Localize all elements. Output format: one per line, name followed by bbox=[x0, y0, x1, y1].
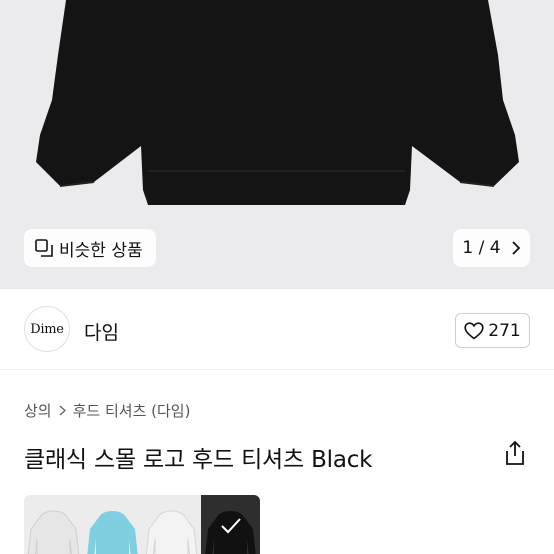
product-title: 클래식 스몰 로고 후드 티셔츠 Black bbox=[24, 447, 373, 473]
color-thumbnail[interactable] bbox=[142, 495, 201, 554]
similar-items-button[interactable]: 비슷한 상품 bbox=[24, 229, 156, 267]
color-thumbnails bbox=[24, 495, 260, 554]
brand-name[interactable]: 다임 bbox=[84, 318, 119, 345]
chevron-right-icon bbox=[511, 241, 520, 255]
product-image-gallery[interactable]: 비슷한 상품 1 / 4 bbox=[0, 0, 554, 289]
similar-items-label: 비슷한 상품 bbox=[59, 240, 143, 261]
color-thumbnail[interactable] bbox=[83, 495, 142, 554]
like-count: 271 bbox=[488, 320, 521, 341]
like-button[interactable]: 271 bbox=[455, 313, 530, 348]
brand-logo[interactable]: Dime bbox=[24, 306, 70, 352]
image-pager-text: 1 / 4 bbox=[462, 238, 501, 258]
brand-logo-text: Dime bbox=[30, 321, 64, 337]
image-pager-button[interactable]: 1 / 4 bbox=[453, 229, 530, 267]
share-icon[interactable] bbox=[503, 440, 527, 466]
divider bbox=[0, 369, 554, 370]
hoodie-thumb-image bbox=[87, 511, 138, 554]
breadcrumb-item-category[interactable]: 상의 bbox=[24, 400, 52, 421]
chevron-right-icon bbox=[59, 405, 66, 416]
check-icon bbox=[221, 518, 241, 534]
breadcrumb: 상의 후드 티셔츠 (다임) bbox=[24, 400, 190, 421]
hoodie-thumb-image bbox=[27, 510, 80, 554]
similar-items-icon bbox=[35, 239, 53, 257]
hoodie-thumb-image bbox=[145, 510, 198, 554]
breadcrumb-item-subcategory[interactable]: 후드 티셔츠 (다임) bbox=[73, 400, 191, 421]
color-thumbnail-selected[interactable] bbox=[201, 495, 260, 554]
color-thumbnail[interactable] bbox=[24, 495, 83, 554]
brand-row: Dime 다임 271 bbox=[0, 289, 554, 369]
heart-icon bbox=[464, 321, 484, 340]
